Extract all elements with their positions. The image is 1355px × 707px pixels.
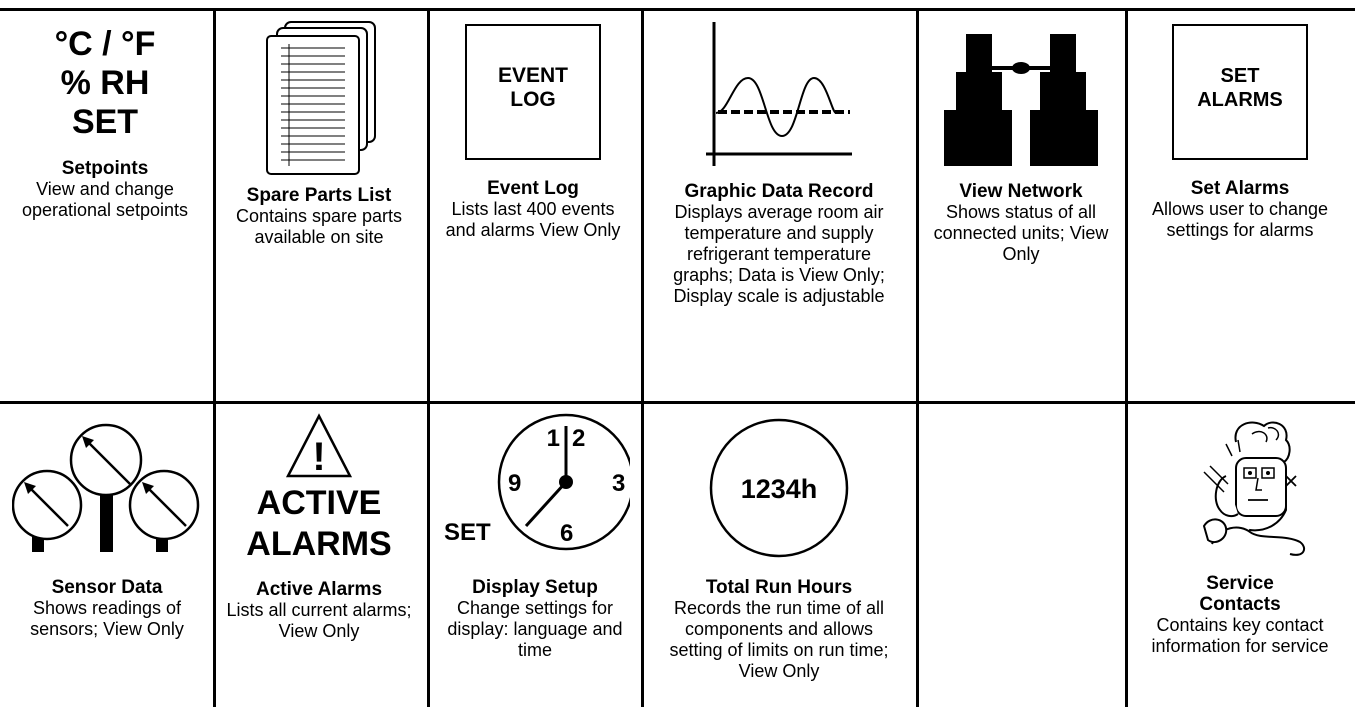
active-alarms-icon: ACTIVE ALARMS [246,484,392,563]
menu-item-view-network[interactable]: View Network Shows status of all connect… [928,18,1114,265]
menu-item-description: Shows status of all connected units; Vie… [933,202,1109,264]
menu-item-description: Lists last 400 events and alarms View On… [445,199,621,240]
graph-icon [706,22,852,166]
menu-item-title: Event Log [487,178,579,199]
event-log-icon: EVENT LOG [465,24,601,160]
menu-item-title: Total Run Hours [705,577,853,598]
menu-item-description: Lists all current alarms; View Only [226,600,412,641]
menu-item-title: Sensor Data [51,577,163,598]
column-divider [213,9,216,707]
menu-item-title: Service Contacts [1199,573,1281,615]
top-border [0,8,1355,11]
menu-item-description: Contains spare parts available on site [235,206,403,247]
menu-grid: °C / °F % RH SET Setpoints View and chan… [0,0,1355,707]
document-stack-icon [266,21,376,175]
menu-item-title: Spare Parts List [246,185,392,206]
service-person-icon [1202,421,1306,556]
set-alarms-icon: SET ALARMS [1172,24,1308,160]
menu-item-display-setup[interactable]: 1 2 3 6 9 SET Display Setup Change setti… [440,412,635,661]
svg-text:SET: SET [444,519,491,546]
menu-item-active-alarms[interactable]: ! ACTIVE ALARMS Active Alarms Lists all … [224,412,414,642]
svg-text:!: ! [312,435,325,479]
menu-item-description: Contains key contact information for ser… [1151,615,1329,656]
svg-text:3: 3 [612,470,625,497]
menu-item-description: Displays average room air temperature an… [673,202,885,306]
menu-item-total-run-hours[interactable]: 1234h Total Run Hours Records the run ti… [656,418,902,682]
binoculars-icon [944,34,1098,166]
menu-item-title: View Network [959,181,1083,202]
menu-item-description: Change settings for display: language an… [447,598,623,660]
menu-item-event-log[interactable]: EVENT LOG Event Log Lists last 400 event… [443,24,623,241]
svg-text:6: 6 [560,520,573,547]
menu-item-title: Display Setup [472,577,598,598]
menu-item-spare-parts[interactable]: Spare Parts List Contains spare parts av… [229,18,409,248]
svg-text:1234h: 1234h [741,474,818,504]
menu-item-description: View and change operational setpoints [21,179,189,220]
run-hours-icon: 1234h [709,418,849,558]
menu-item-title: Active Alarms [255,579,383,600]
menu-item-description: Shows readings of sensors; View Only [30,598,184,639]
clock-icon: 1 2 3 6 9 SET [444,413,635,551]
gauges-icon [11,423,200,552]
menu-item-title: Setpoints [61,158,149,179]
menu-item-graphic-data-record[interactable]: Graphic Data Record Displays average roo… [656,18,902,307]
menu-item-service-contacts[interactable]: Service Contacts Contains key contact in… [1140,414,1340,657]
menu-item-title: Graphic Data Record [684,181,874,202]
column-divider [1125,9,1128,707]
menu-item-sensor-data[interactable]: Sensor Data Shows readings of sensors; V… [11,412,202,640]
menu-item-title: Set Alarms [1190,178,1290,199]
row-divider [0,401,1355,404]
setpoints-icon: °C / °F % RH SET [54,25,156,141]
column-divider [427,9,430,707]
menu-item-setpoints[interactable]: °C / °F % RH SET Setpoints View and chan… [15,25,195,221]
menu-item-description: Records the run time of all components a… [669,598,889,681]
warning-triangle-icon: ! [285,413,353,479]
column-divider [916,9,919,707]
svg-text:2: 2 [572,425,585,452]
svg-text:1: 1 [547,425,560,452]
svg-text:9: 9 [508,470,521,497]
menu-item-set-alarms[interactable]: SET ALARMS Set Alarms Allows user to cha… [1140,24,1340,241]
menu-item-description: Allows user to change settings for alarm… [1151,199,1329,240]
column-divider [641,9,644,707]
